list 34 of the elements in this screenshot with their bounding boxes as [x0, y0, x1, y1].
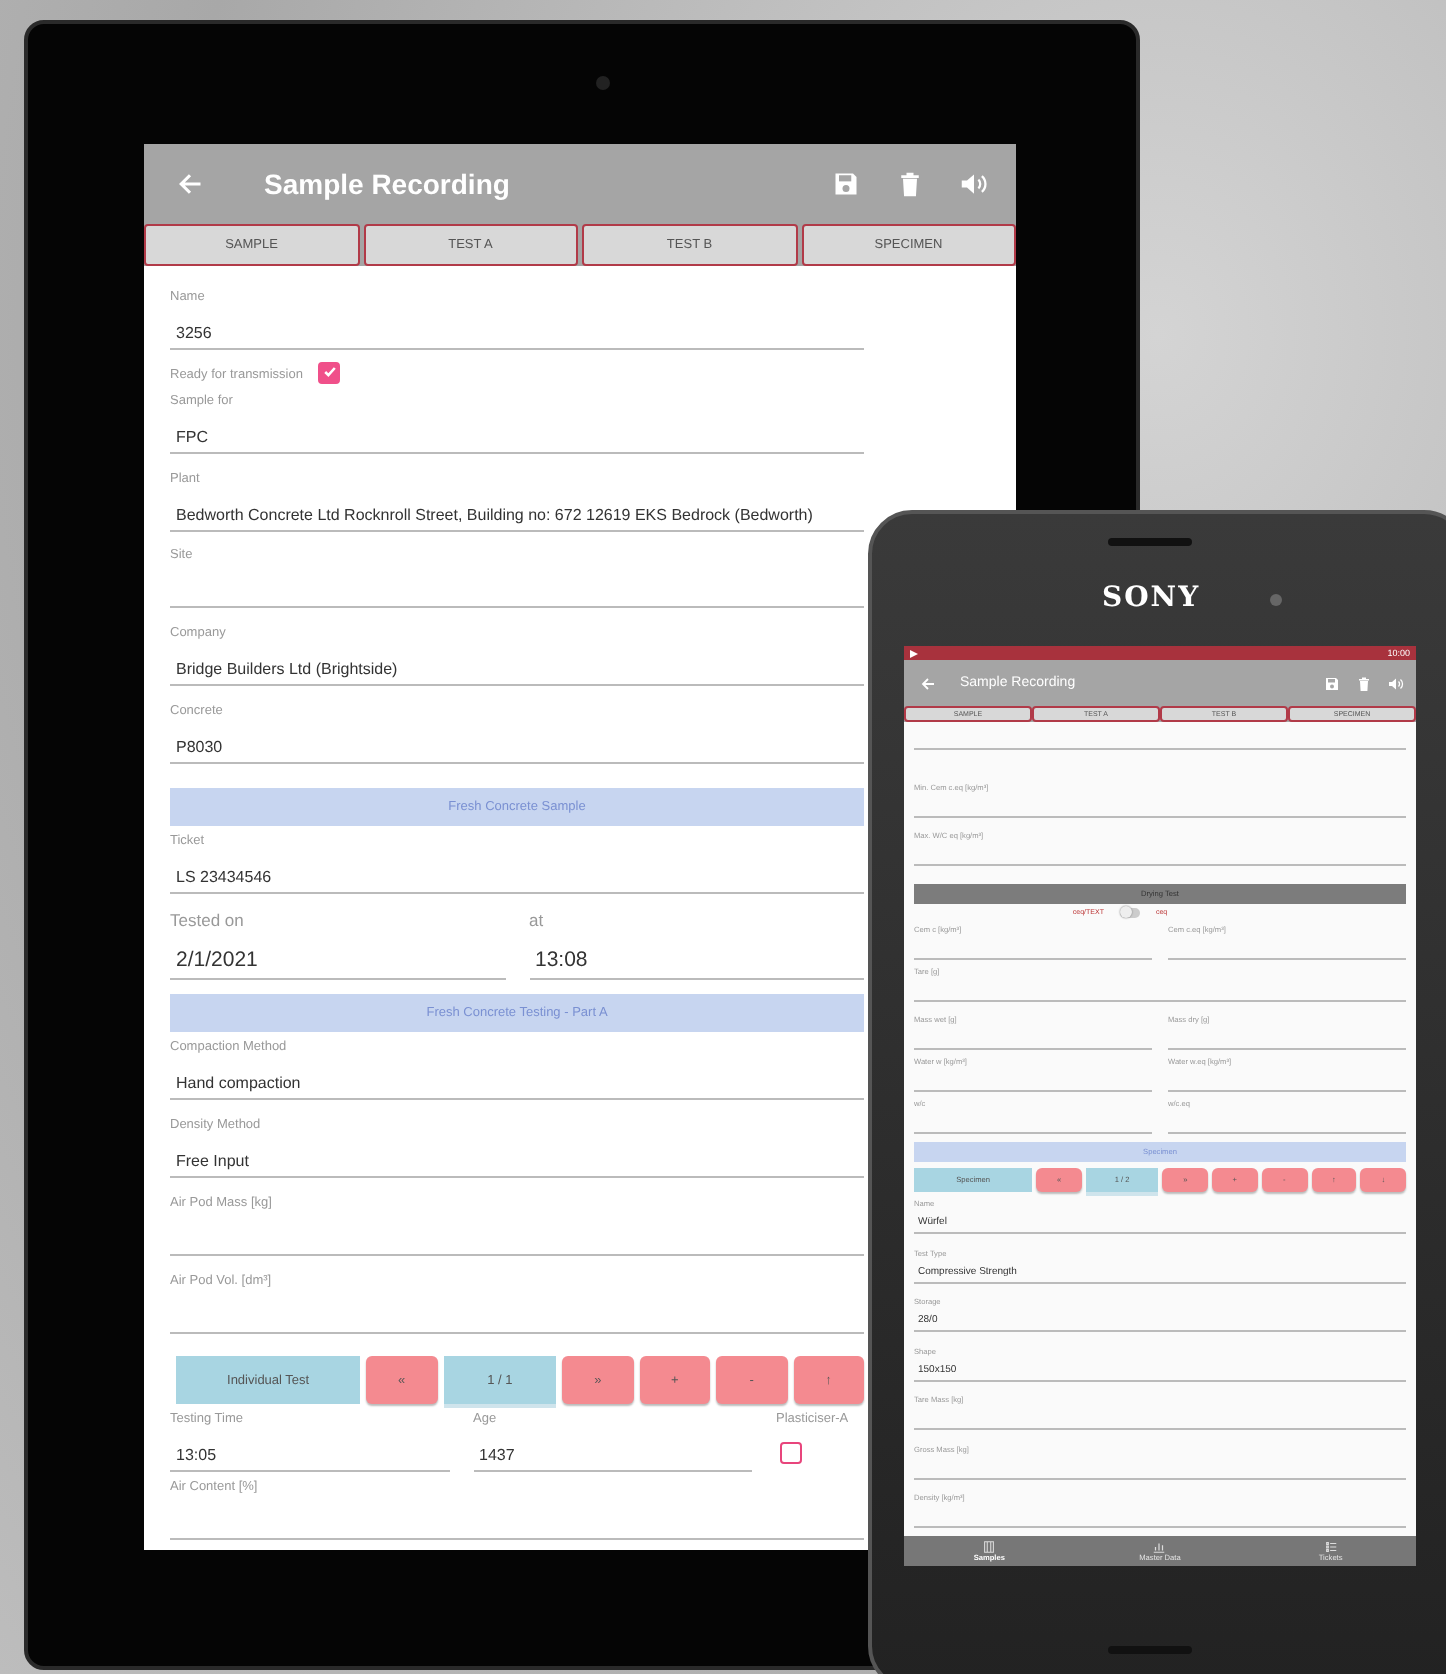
- input-field[interactable]: Bridge Builders Ltd (Brightside): [170, 648, 864, 686]
- checkmark-icon: [321, 364, 338, 381]
- camera-icon: [1270, 594, 1282, 606]
- checkbox[interactable]: [780, 1442, 802, 1465]
- screen-title: Sample Recording: [264, 168, 512, 200]
- back-arrow-icon[interactable]: [920, 675, 936, 691]
- trash-icon[interactable]: [896, 170, 924, 198]
- input-field[interactable]: 2/1/2021: [170, 936, 505, 981]
- input-field[interactable]: Hand compaction: [170, 1062, 864, 1101]
- camera-icon: [596, 76, 610, 90]
- save-icon[interactable]: [1324, 675, 1340, 691]
- brand-logo: SONY: [1102, 582, 1201, 614]
- field-label: at: [529, 908, 546, 933]
- input-field[interactable]: FPC: [170, 415, 864, 454]
- back-arrow-icon[interactable]: [176, 170, 204, 198]
- input-field[interactable]: LS 23434546: [170, 855, 864, 893]
- toggle-switch[interactable]: [1119, 907, 1140, 918]
- bar-chart-icon: [1152, 1540, 1167, 1554]
- checkbox[interactable]: [318, 361, 341, 384]
- input-field[interactable]: 13:05: [170, 1434, 449, 1473]
- input-field[interactable]: 13:08: [529, 936, 864, 981]
- input-field[interactable]: Free Input: [170, 1140, 864, 1178]
- list-icon: [1323, 1540, 1338, 1554]
- book-icon: [982, 1540, 997, 1554]
- speaker-icon[interactable]: [960, 170, 988, 198]
- speaker-icon[interactable]: [1388, 675, 1404, 691]
- field-label: Tested on: [170, 908, 246, 933]
- trash-icon[interactable]: [1356, 675, 1372, 691]
- input-field[interactable]: 3256: [170, 312, 864, 350]
- speaker-grille: [1108, 538, 1192, 546]
- input-field[interactable]: P8030: [170, 725, 864, 764]
- input-field[interactable]: 1437: [473, 1434, 752, 1473]
- input-field[interactable]: Bedworth Concrete Ltd Rocknroll Street, Building no: 672 12619 EKS Bedrock (Bedworth): [170, 493, 864, 531]
- save-icon[interactable]: [832, 170, 860, 198]
